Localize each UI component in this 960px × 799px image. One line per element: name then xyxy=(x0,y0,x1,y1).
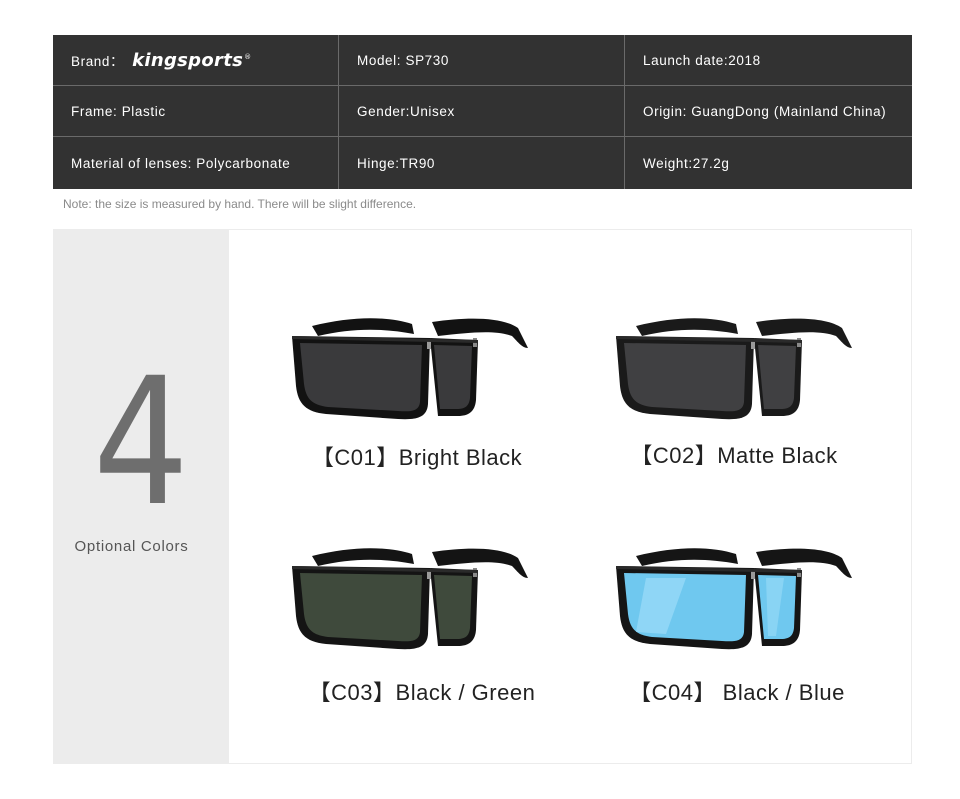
product-label-c02: 【C02】Matte Black xyxy=(630,443,838,468)
product-label-c04: 【C04】 Black / Blue xyxy=(629,680,845,705)
spec-weight: Weight:27.2g xyxy=(643,155,730,171)
right-lens xyxy=(758,345,796,409)
product-c04[interactable] xyxy=(606,538,896,738)
sunglasses-image xyxy=(616,548,852,650)
spec-gender: Gender:Unisex xyxy=(339,86,625,137)
product-c02[interactable] xyxy=(606,308,896,508)
near-temple xyxy=(312,548,414,566)
spec-table: Brand： kingsports® Model: SP730 Launch d… xyxy=(53,35,912,189)
size-note: Note: the size is measured by hand. Ther… xyxy=(63,197,417,211)
spec-lenses: Material of lenses: Polycarbonate xyxy=(53,137,339,189)
spec-hinge: Hinge:TR90 xyxy=(339,137,625,189)
left-lens xyxy=(300,343,422,412)
left-lens xyxy=(624,343,746,412)
product-c01[interactable] xyxy=(282,308,572,508)
spec-launch-date: Launch date:2018 xyxy=(625,35,912,86)
spec-frame: Frame: Plastic xyxy=(53,86,339,137)
product-label-c01: 【C01】Bright Black xyxy=(311,445,523,470)
right-lens xyxy=(434,575,472,639)
sunglasses-image xyxy=(292,318,528,420)
near-temple xyxy=(312,318,414,336)
color-options-panel: 4 Optional Colors 【C01】Bright Black 【C02… xyxy=(53,229,912,764)
spec-origin: Origin: GuangDong (Mainland China) xyxy=(625,86,912,137)
sunglasses-image xyxy=(616,318,852,420)
brand-logo: kingsports® xyxy=(132,49,252,71)
product-c03[interactable] xyxy=(282,538,572,738)
color-count-caption: Optional Colors xyxy=(74,538,189,555)
spec-model: Model: SP730 xyxy=(339,35,625,86)
color-count: 4 xyxy=(92,340,190,545)
color-count-strip: 4 Optional Colors xyxy=(54,230,229,763)
right-lens xyxy=(434,345,472,409)
left-lens xyxy=(300,573,422,642)
product-label-c03: 【C03】Black / Green xyxy=(308,680,536,705)
brand-label: Brand： xyxy=(71,54,125,69)
near-temple xyxy=(636,548,738,566)
sunglasses-image xyxy=(292,548,528,650)
spec-brand: Brand： kingsports® xyxy=(53,35,339,86)
near-temple xyxy=(636,318,738,336)
